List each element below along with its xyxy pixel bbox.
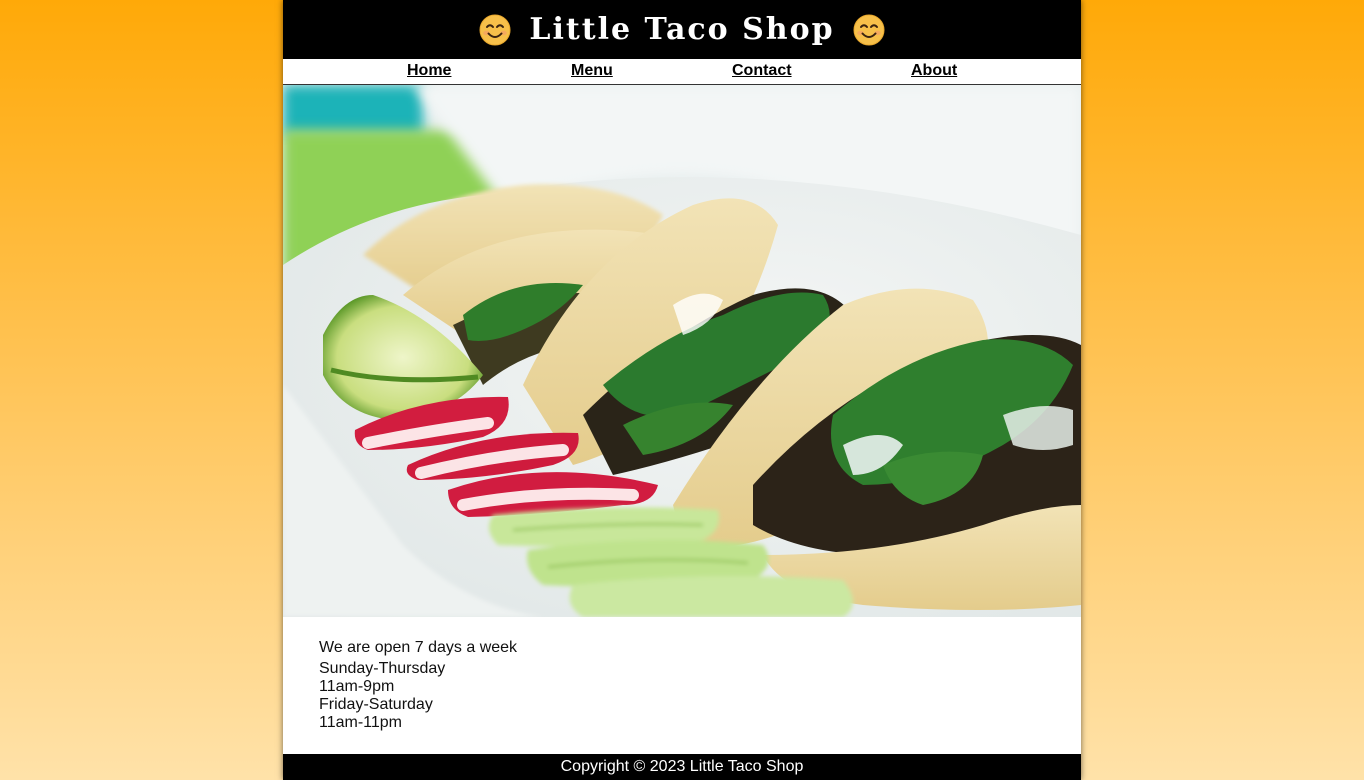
site-header: Little Taco Shop (283, 0, 1081, 59)
hours-line: Sunday-Thursday (319, 660, 446, 677)
tacos-photo (283, 85, 1081, 617)
main-nav: Home Menu Contact About (283, 59, 1081, 85)
site-title-text: Little Taco Shop (529, 12, 835, 47)
smiling-face-icon (479, 14, 511, 45)
site-footer: Copyright © 2023 Little Taco Shop (283, 754, 1081, 780)
hours-line: Friday-Saturday (319, 696, 433, 713)
hero-image (283, 85, 1081, 617)
smiling-face-icon (853, 14, 885, 45)
nav-link-menu[interactable]: Menu (571, 62, 613, 80)
hours-line: 11am-9pm (319, 678, 395, 695)
copyright-text: Copyright © 2023 Little Taco Shop (560, 758, 804, 775)
nav-link-home[interactable]: Home (407, 62, 451, 80)
hours-line: 11am-11pm (319, 714, 402, 731)
hours-section: We are open 7 days a week Sunday-Thursda… (283, 617, 1081, 753)
page-container: Little Taco Shop Home Menu Contact About (283, 0, 1081, 780)
site-title: Little Taco Shop (479, 12, 885, 47)
hours-intro: We are open 7 days a week (319, 639, 518, 656)
nav-link-about[interactable]: About (911, 62, 957, 80)
nav-link-contact[interactable]: Contact (732, 62, 792, 80)
